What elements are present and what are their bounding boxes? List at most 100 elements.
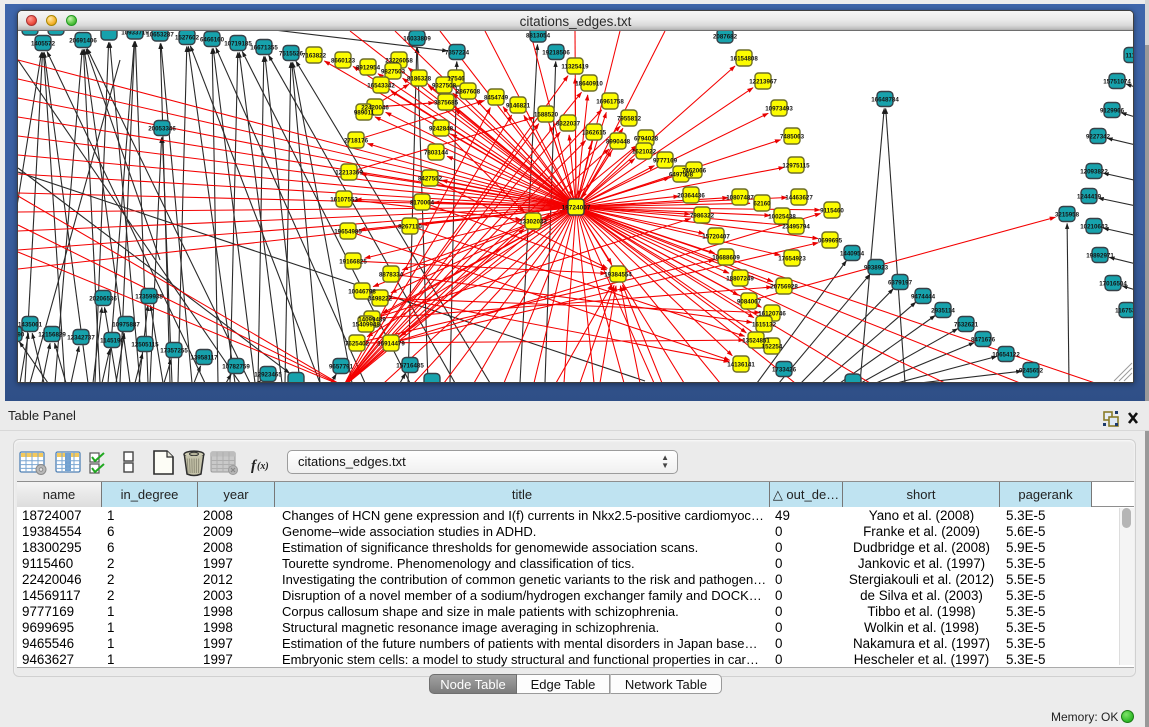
svg-text:16107553: 16107553 — [330, 196, 358, 203]
svg-text:3498222: 3498222 — [368, 295, 393, 302]
svg-text:8170064: 8170064 — [410, 199, 435, 206]
svg-text:62160: 62160 — [753, 200, 771, 207]
svg-text:8912954: 8912954 — [356, 64, 381, 71]
svg-text:7462066: 7462066 — [682, 167, 707, 174]
svg-text:12093822: 12093822 — [1080, 168, 1108, 175]
svg-text:7625402: 7625402 — [345, 340, 370, 347]
svg-text:1440954: 1440954 — [840, 250, 865, 257]
svg-text:20756928: 20756928 — [770, 283, 798, 290]
svg-text:15751074: 15751074 — [1103, 78, 1131, 85]
svg-text:8471676: 8471676 — [971, 336, 996, 343]
svg-text:7955812: 7955812 — [617, 115, 642, 122]
svg-text:17654923: 17654923 — [778, 255, 806, 262]
svg-text:0699695: 0699695 — [818, 237, 843, 244]
svg-text:1244419: 1244419 — [1077, 193, 1102, 200]
svg-text:8186328: 8186328 — [407, 75, 432, 82]
svg-text:10719185: 10719185 — [224, 40, 252, 47]
svg-text:7632621: 7632621 — [954, 321, 979, 328]
svg-text:1145190: 1145190 — [100, 337, 124, 344]
svg-text:10210643: 10210643 — [1080, 223, 1108, 230]
svg-text:8990448: 8990448 — [606, 138, 631, 145]
svg-text:14463627: 14463627 — [785, 194, 813, 201]
svg-text:10654122: 10654122 — [992, 351, 1020, 358]
svg-text:10025438: 10025438 — [768, 213, 796, 220]
svg-text:17357255: 17357255 — [160, 347, 188, 354]
svg-text:10653287: 10653287 — [146, 31, 174, 38]
svg-text:17359938: 17359938 — [135, 293, 163, 300]
svg-text:1615132: 1615132 — [752, 321, 777, 328]
svg-text:10782759: 10782759 — [222, 363, 250, 370]
svg-text:152254: 152254 — [762, 343, 783, 350]
svg-text:7803144: 7803144 — [424, 149, 449, 156]
svg-text:1435061: 1435061 — [18, 321, 43, 328]
svg-text:20206536: 20206536 — [89, 295, 117, 302]
svg-text:7357224: 7357224 — [445, 49, 470, 56]
svg-text:15716485: 15716485 — [396, 362, 424, 369]
svg-text:15409948: 15409948 — [352, 321, 380, 328]
svg-text:9777169: 9777169 — [653, 157, 678, 164]
svg-text:20691406: 20691406 — [69, 37, 97, 44]
svg-text:8454749: 8454749 — [484, 94, 509, 101]
svg-text:8878334: 8878334 — [379, 271, 404, 278]
svg-text:11325419: 11325419 — [561, 63, 589, 70]
svg-text:9938923: 9938923 — [864, 264, 889, 271]
svg-text:19384554: 19384554 — [604, 271, 632, 278]
svg-text:16914479: 16914479 — [377, 340, 405, 347]
svg-text:9146821: 9146821 — [506, 102, 531, 109]
svg-text:3215958: 3215958 — [1055, 211, 1080, 218]
svg-text:9242848: 9242848 — [429, 125, 454, 132]
svg-text:2718176: 2718176 — [344, 137, 369, 144]
svg-text:6466160: 6466160 — [200, 36, 225, 43]
svg-text:9827503: 9827503 — [381, 68, 406, 75]
svg-text:12156829: 12156829 — [38, 331, 66, 338]
svg-text:9084067: 9084067 — [737, 298, 762, 305]
svg-text:10973493: 10973493 — [765, 105, 793, 112]
svg-text:1621022: 1621022 — [632, 148, 657, 155]
svg-text:9129966: 9129966 — [1100, 107, 1125, 114]
svg-text:7986322: 7986322 — [690, 212, 715, 219]
svg-text:1167533: 1167533 — [1115, 307, 1133, 314]
svg-text:23226058: 23226058 — [385, 57, 413, 64]
svg-text:19166825: 19166825 — [339, 258, 367, 265]
svg-text:1117: 1117 — [1125, 52, 1133, 59]
svg-text:23495794: 23495794 — [782, 223, 810, 230]
svg-text:20364436: 20364436 — [677, 192, 705, 199]
svg-text:10807487: 10807487 — [726, 194, 754, 201]
svg-text:16154808: 16154808 — [730, 55, 758, 62]
svg-text:12213369: 12213369 — [335, 169, 363, 176]
svg-text:18724007: 18724007 — [562, 204, 591, 211]
svg-text:16543342: 16543342 — [367, 82, 395, 89]
svg-text:1733426: 1733426 — [772, 366, 797, 373]
svg-text:9245652: 9245652 — [1019, 367, 1044, 374]
svg-text:10688609: 10688609 — [712, 254, 740, 261]
svg-text:12923465: 12923465 — [254, 371, 282, 378]
svg-text:12342737: 12342737 — [67, 334, 95, 341]
svg-text:10933719: 10933719 — [121, 31, 149, 36]
svg-text:1362615: 1362615 — [582, 129, 607, 136]
svg-text:(x): (x) — [257, 461, 269, 472]
svg-text:19218506: 19218506 — [542, 49, 570, 56]
svg-text:8267110: 8267110 — [398, 223, 422, 230]
svg-text:14136141: 14136141 — [727, 361, 755, 368]
svg-text:16671355: 16671355 — [250, 44, 278, 51]
svg-text:12975115: 12975115 — [782, 162, 810, 169]
svg-text:6794028: 6794028 — [634, 135, 659, 142]
svg-text:16120746: 16120746 — [758, 310, 786, 317]
svg-text:13958117: 13958117 — [190, 354, 218, 361]
svg-text:8813054: 8813054 — [526, 32, 551, 39]
svg-text:18640910: 18640910 — [575, 80, 603, 87]
svg-text:16961758: 16961758 — [596, 98, 624, 105]
svg-text:7163822: 7163822 — [302, 52, 327, 59]
svg-text:2087682: 2087682 — [713, 33, 738, 40]
svg-text:12505115: 12505115 — [131, 341, 159, 348]
svg-text:9227342: 9227342 — [1086, 133, 1111, 140]
svg-text:15720407: 15720407 — [702, 233, 730, 240]
svg-text:2935114: 2935114 — [931, 307, 955, 314]
svg-text:989011: 989011 — [354, 109, 375, 116]
svg-text:10046798: 10046798 — [348, 288, 376, 295]
svg-text:8427552: 8427552 — [418, 175, 443, 182]
svg-text:2867608: 2867608 — [456, 88, 481, 95]
svg-text:9115460: 9115460 — [820, 207, 844, 214]
svg-text:17016504: 17016504 — [1099, 280, 1127, 287]
svg-text:3875685: 3875685 — [434, 99, 459, 106]
